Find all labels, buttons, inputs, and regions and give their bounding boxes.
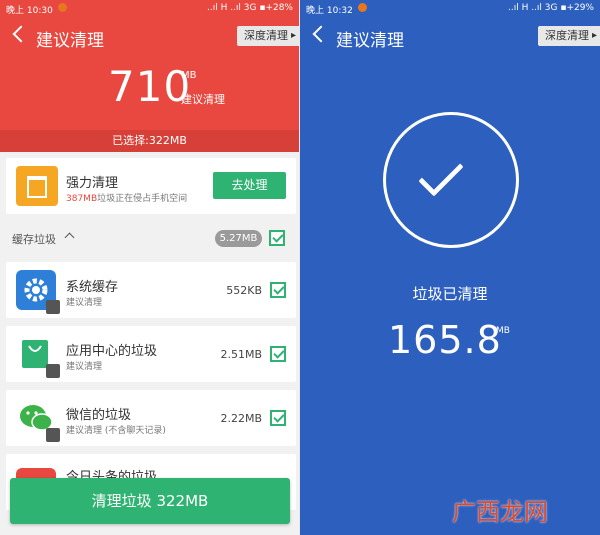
chevron-right-icon: ▸ — [290, 30, 296, 41]
section-label: 缓存垃圾 — [12, 233, 56, 246]
item-checkbox[interactable] — [270, 282, 286, 298]
page-title: 建议清理 — [36, 31, 104, 51]
total-size-value: 710 — [108, 62, 192, 111]
item-size: 2.22MB — [220, 412, 262, 425]
clean-junk-button[interactable]: 清理垃圾 322MB — [10, 478, 290, 524]
deep-clean-button[interactable]: 深度清理 ▸ — [538, 26, 600, 46]
chevron-right-icon: ▸ — [591, 30, 597, 41]
status-indicators: ..ıl H ..ıl 3G ▪+28% — [206, 3, 293, 13]
cleaned-size-value: 165.8 — [388, 318, 502, 362]
force-clean-subtitle: 387MB垃圾正在侵占手机空间 — [66, 191, 187, 204]
item-title: 应用中心的垃圾 — [66, 344, 158, 359]
total-size-label: 建议清理 — [181, 93, 225, 106]
status-bar: 晚上 10:30 ..ıl H ..ıl 3G ▪+28% — [0, 0, 299, 16]
item-size: 2.51MB — [220, 348, 262, 361]
force-clean-title: 强力清理 — [66, 176, 119, 191]
item-checkbox[interactable] — [270, 410, 286, 426]
force-clean-desc: 垃圾正在侵占手机空间 — [97, 194, 188, 204]
wechat-icon — [16, 398, 60, 442]
status-time: 晚上 10:30 — [6, 6, 53, 16]
deep-clean-label: 深度清理 — [545, 29, 589, 42]
status-time: 晚上 10:32 — [306, 6, 353, 16]
notification-dot-icon — [58, 3, 67, 12]
total-size-unit: MB — [181, 70, 197, 81]
cleaned-size-unit: MB — [496, 326, 510, 336]
item-title: 系统缓存 — [66, 280, 119, 295]
force-clean-size: 387MB — [66, 194, 98, 204]
item-subtitle: 建议清理 — [66, 362, 103, 372]
trash-icon — [46, 364, 60, 378]
left-screen: 晚上 10:30 ..ıl H ..ıl 3G ▪+28% 建议清理 深度清理 … — [0, 0, 299, 535]
right-screen: 晚上 10:32 ..ıl H ..ıl 3G ▪+29% 建议清理 深度清理 … — [300, 0, 600, 535]
deep-clean-button[interactable]: 深度清理 ▸ — [237, 26, 299, 46]
status-indicators: ..ıl H ..ıl 3G ▪+29% — [507, 3, 594, 13]
selected-size-bar: 已选择:322MB — [0, 130, 299, 152]
status-bar: 晚上 10:32 ..ıl H ..ıl 3G ▪+29% — [300, 0, 600, 16]
back-arrow-icon[interactable] — [312, 25, 330, 43]
force-clean-card: 强力清理 387MB垃圾正在侵占手机空间 去处理 — [6, 158, 296, 214]
item-size: 552KB — [226, 284, 262, 297]
item-checkbox[interactable] — [270, 346, 286, 362]
done-circle — [383, 112, 519, 248]
cache-section-header[interactable]: 缓存垃圾 5.27MB — [6, 228, 296, 250]
handle-button[interactable]: 去处理 — [213, 172, 286, 199]
page-title: 建议清理 — [336, 31, 404, 51]
checkmark-icon — [418, 151, 464, 197]
back-arrow-icon[interactable] — [12, 25, 30, 43]
section-size-badge: 5.27MB — [215, 230, 262, 247]
shopping-bag-icon — [16, 334, 60, 378]
app-bar: 建议清理 深度清理 ▸ — [300, 20, 600, 54]
item-subtitle: 建议清理 (不含聊天记录) — [66, 426, 166, 436]
section-checkbox[interactable] — [269, 230, 285, 246]
trash-bin-icon — [16, 166, 58, 206]
cleaned-label: 垃圾已清理 — [412, 285, 488, 303]
deep-clean-label: 深度清理 — [244, 29, 288, 42]
item-subtitle: 建议清理 — [66, 298, 103, 308]
item-title: 微信的垃圾 — [66, 408, 132, 423]
list-item[interactable]: 应用中心的垃圾 建议清理 2.51MB — [6, 326, 296, 382]
app-bar: 建议清理 深度清理 ▸ — [0, 20, 299, 54]
watermark-logo: 广西龙网 — [452, 498, 548, 526]
list-item[interactable]: 微信的垃圾 建议清理 (不含聊天记录) 2.22MB — [6, 390, 296, 446]
chevron-up-icon[interactable] — [64, 232, 75, 243]
list-item[interactable]: 系统缓存 建议清理 552KB — [6, 262, 296, 318]
gear-icon — [16, 270, 60, 314]
notification-dot-icon — [358, 3, 367, 12]
trash-icon — [46, 300, 60, 314]
trash-icon — [46, 428, 60, 442]
